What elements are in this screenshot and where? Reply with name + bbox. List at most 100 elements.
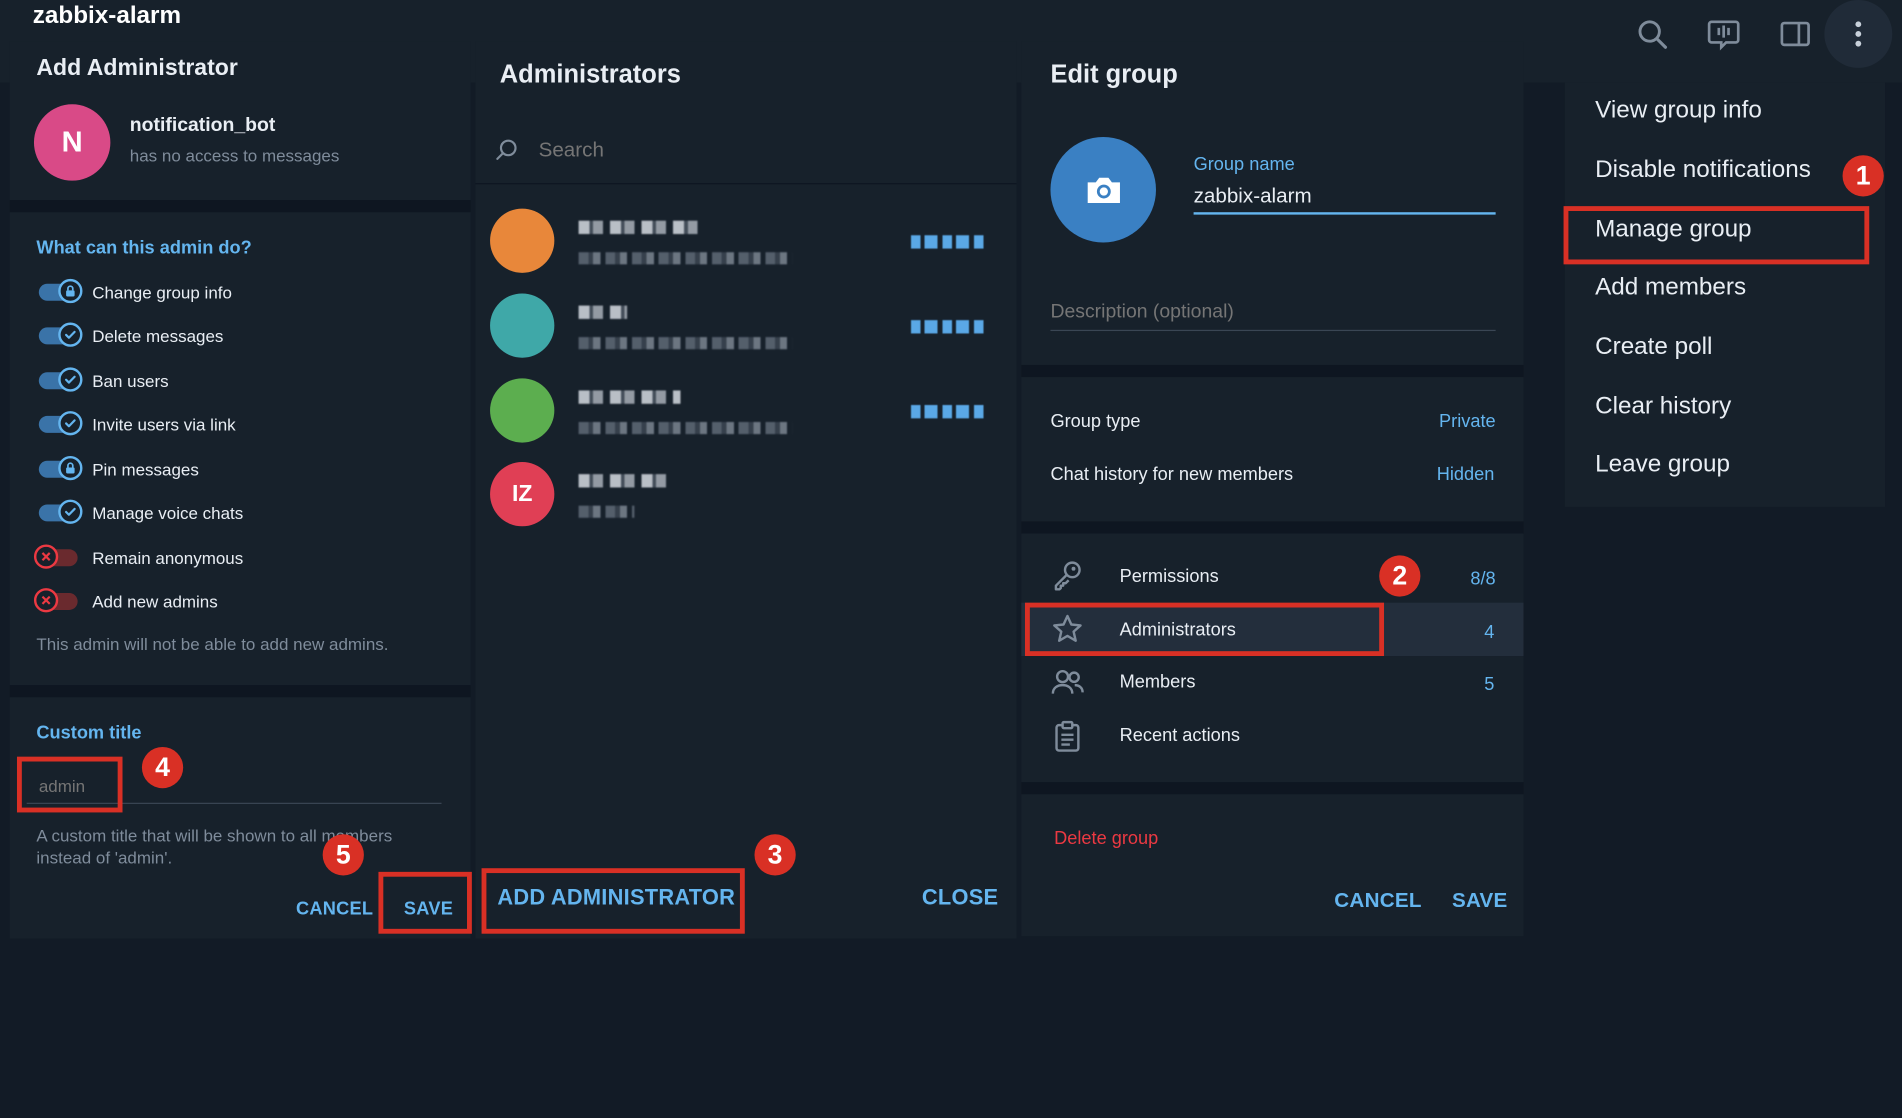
delete-group-button[interactable]: Delete group xyxy=(1054,828,1158,849)
permission-row[interactable]: Remain anonymous xyxy=(33,540,244,576)
group-name-label: Group name xyxy=(1193,154,1295,175)
menu-item-leave-group[interactable]: Leave group xyxy=(1595,451,1730,479)
members-count: 5 xyxy=(1484,674,1495,695)
permission-label: Invite users via link xyxy=(92,414,236,435)
app-window: zabbix-alarm View group info Disable not… xyxy=(0,0,1902,1118)
toggle-knob xyxy=(33,588,59,613)
group-type-value: Private xyxy=(1438,411,1496,432)
menu-item-view-group-info[interactable]: View group info xyxy=(1595,97,1762,125)
admin-status-obscured xyxy=(578,252,793,265)
members-label: Members xyxy=(1119,671,1196,693)
cross-icon xyxy=(41,552,51,561)
key-icon xyxy=(1054,561,1081,591)
recent-actions-label: Recent actions xyxy=(1119,725,1240,746)
admin-status-obscured xyxy=(578,337,793,350)
description-input[interactable] xyxy=(1050,294,1496,332)
check-icon xyxy=(65,419,76,428)
avatar[interactable] xyxy=(490,378,555,443)
avatar[interactable] xyxy=(490,208,555,273)
lock-icon xyxy=(66,285,75,297)
annotation-badge-3: 3 xyxy=(754,834,796,876)
voice-chat-icon[interactable] xyxy=(1699,10,1748,59)
chat-history-value: Hidden xyxy=(1436,464,1495,486)
admin-rank-obscured xyxy=(910,235,987,249)
permission-row[interactable]: Invite users via link xyxy=(38,406,236,442)
permission-row[interactable]: Ban users xyxy=(38,363,169,399)
permission-row[interactable]: Change group info xyxy=(38,274,232,310)
custom-title-hint: A custom title that will be shown to all… xyxy=(36,825,393,868)
permission-row[interactable]: Delete messages xyxy=(38,318,224,354)
edit-group-save-button[interactable]: SAVE xyxy=(1452,889,1508,913)
permission-toggle[interactable] xyxy=(38,411,83,436)
chat-history-row[interactable]: Chat history for new members Hidden xyxy=(1021,454,1523,498)
close-button[interactable]: CLOSE xyxy=(922,885,998,910)
custom-title-label: Custom title xyxy=(36,722,142,744)
permission-toggle[interactable] xyxy=(33,544,78,569)
more-vertical-icon[interactable] xyxy=(1824,0,1893,68)
check-icon xyxy=(65,375,76,384)
avatar[interactable]: IZ xyxy=(490,462,555,527)
group-type-row[interactable]: Group type Private xyxy=(1021,400,1523,444)
lock-icon xyxy=(66,462,75,474)
permission-row[interactable]: Manage voice chats xyxy=(38,495,243,531)
admin-name-obscured[interactable] xyxy=(578,390,681,404)
administrators-title: Administrators xyxy=(499,60,681,89)
check-icon xyxy=(65,330,76,339)
permission-toggle[interactable] xyxy=(38,367,83,392)
admin-name-obscured[interactable] xyxy=(578,305,628,319)
highlight-save xyxy=(378,871,472,934)
chat-title[interactable]: zabbix-alarm xyxy=(33,2,181,30)
permission-toggle[interactable] xyxy=(38,499,83,524)
permission-toggle[interactable] xyxy=(38,278,83,304)
permission-label: Remain anonymous xyxy=(92,548,244,568)
add-admin-title: Add Administrator xyxy=(36,55,238,82)
bot-name: notification_bot xyxy=(129,115,276,136)
toggle-knob xyxy=(58,367,83,392)
permission-label: Change group info xyxy=(92,282,232,302)
admin-search-input[interactable] xyxy=(538,135,976,165)
permissions-count: 8/8 xyxy=(1470,568,1496,590)
section-divider xyxy=(1021,364,1524,378)
highlight-custom-title xyxy=(16,756,123,813)
cancel-button[interactable]: CANCEL xyxy=(296,899,373,920)
permission-toggle[interactable] xyxy=(33,588,78,613)
permission-row[interactable]: Pin messages xyxy=(38,451,199,487)
section-divider xyxy=(9,200,471,213)
menu-item-create-poll[interactable]: Create poll xyxy=(1595,333,1712,361)
highlight-administrators xyxy=(1024,602,1385,657)
admin-name-obscured[interactable] xyxy=(578,220,700,235)
section-divider xyxy=(1021,782,1524,795)
admin-rank-obscured xyxy=(910,405,987,419)
camera-icon xyxy=(1087,177,1120,203)
admin-note: This admin will not be able to add new a… xyxy=(36,634,389,654)
permission-label: Ban users xyxy=(92,371,169,391)
recent-actions-row[interactable]: Recent actions xyxy=(1021,711,1523,762)
sidebar-toggle-icon[interactable] xyxy=(1771,10,1820,59)
group-photo-button[interactable] xyxy=(1050,137,1156,243)
annotation-badge-5: 5 xyxy=(322,834,364,876)
permission-label: Delete messages xyxy=(92,326,224,346)
search-icon xyxy=(496,139,517,160)
group-type-label: Group type xyxy=(1050,411,1141,432)
admin-status-obscured xyxy=(578,421,793,435)
annotation-badge-1: 1 xyxy=(1842,155,1884,197)
admin-status-obscured xyxy=(578,505,635,518)
admin-name-obscured[interactable] xyxy=(578,474,671,488)
edit-group-cancel-button[interactable]: CANCEL xyxy=(1334,889,1421,913)
avatar[interactable] xyxy=(490,293,555,358)
members-row[interactable]: Members 5 xyxy=(1021,657,1523,708)
group-name-input[interactable] xyxy=(1193,180,1496,215)
section-divider xyxy=(9,685,471,698)
menu-item-add-members[interactable]: Add members xyxy=(1595,274,1746,302)
permission-toggle[interactable] xyxy=(38,455,83,481)
search-icon[interactable] xyxy=(1628,10,1677,59)
chat-dropdown-menu: View group info Disable notifications Ma… xyxy=(1564,82,1886,507)
avatar: N xyxy=(33,104,111,181)
permissions-row[interactable]: Permissions 8/8 xyxy=(1021,552,1523,603)
permission-row[interactable]: Add new admins xyxy=(33,583,218,619)
toggle-knob xyxy=(33,544,59,569)
menu-item-clear-history[interactable]: Clear history xyxy=(1595,393,1731,421)
toggle-knob xyxy=(58,278,83,304)
menu-item-disable-notifications[interactable]: Disable notifications xyxy=(1595,156,1811,184)
permission-toggle[interactable] xyxy=(38,322,83,347)
